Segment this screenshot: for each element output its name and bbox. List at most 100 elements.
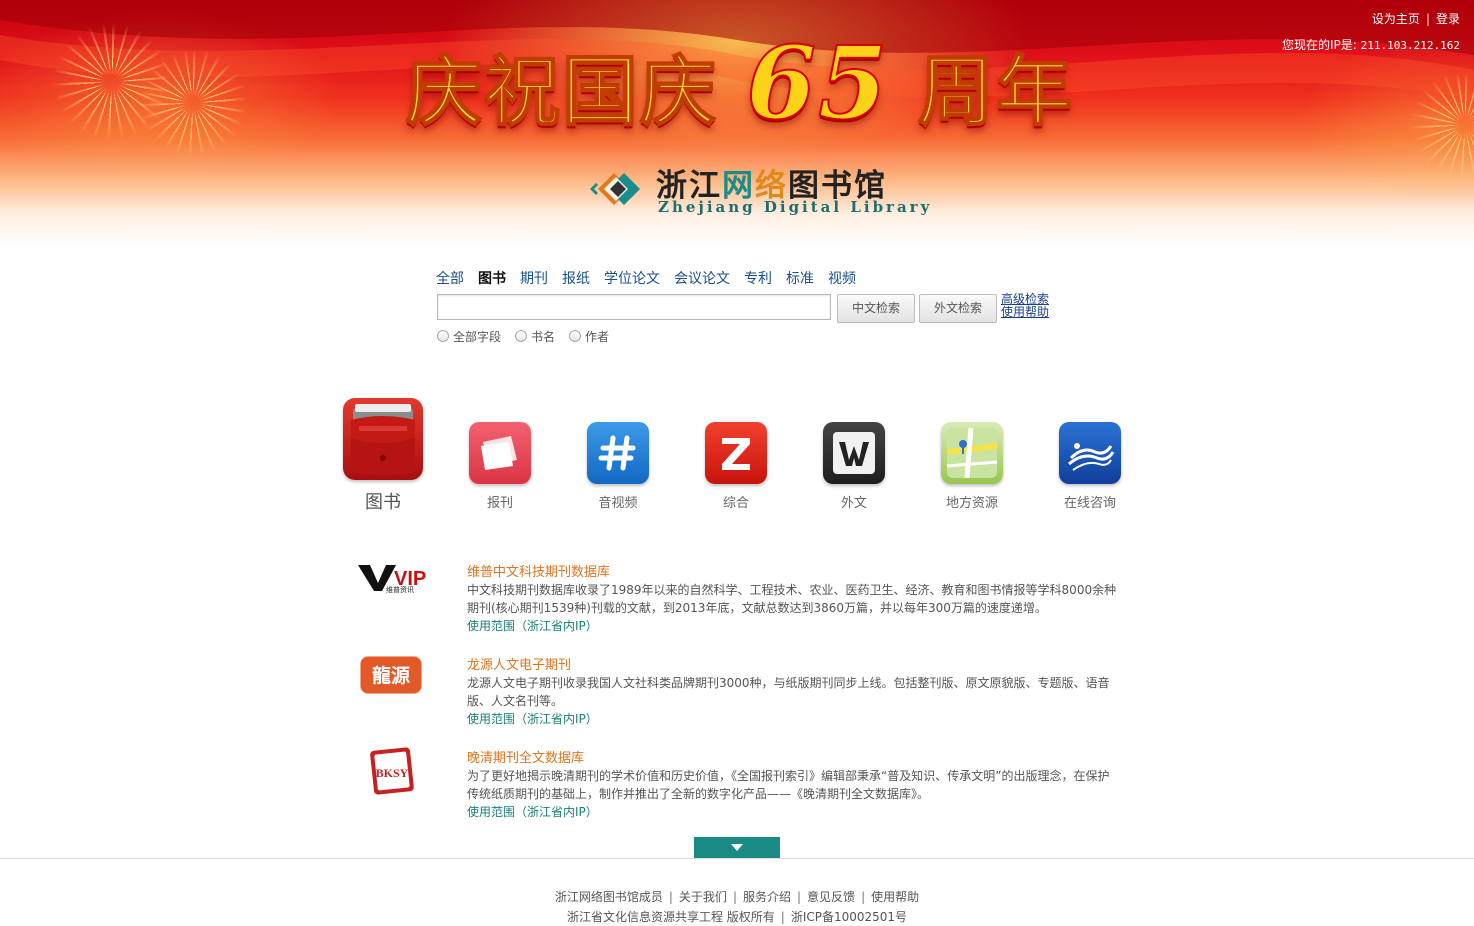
tab-patents[interactable]: 专利 <box>744 271 772 287</box>
foreign-search-button[interactable]: 外文检索 <box>919 294 997 323</box>
radio-circle-icon <box>437 330 449 342</box>
search-links: 高级检索 使用帮助 <box>1001 293 1049 319</box>
banner-number: 65 <box>745 24 890 142</box>
anniversary-banner-text: 庆祝国庆 65 周年 <box>380 27 1100 139</box>
wave-logo-icon <box>1059 422 1121 484</box>
w-graphic <box>833 432 875 474</box>
footer-copyright: 浙江省文化信息资源共享工程 版权所有 | 浙ICP备10002501号 <box>0 908 1474 925</box>
resource-scope-link[interactable]: 使用范围（浙江省内IP） <box>467 617 598 634</box>
banner-suffix: 周年 <box>917 46 1075 137</box>
longyuan-logo[interactable]: 龍源 <box>356 654 426 704</box>
footer-divider <box>0 858 1474 859</box>
category-label: 图书 <box>365 492 401 513</box>
category-label: 外文 <box>840 496 867 511</box>
separator: | <box>1425 12 1430 26</box>
set-home-link[interactable]: 设为主页 <box>1372 12 1420 26</box>
footer-link-services[interactable]: 服务介绍 <box>743 890 791 904</box>
chinese-search-button[interactable]: 中文检索 <box>837 294 915 323</box>
tab-books[interactable]: 图书 <box>478 271 506 287</box>
category-local-resources[interactable]: 地方资源 <box>913 398 1031 511</box>
copyright-text: 浙江省文化信息资源共享工程 版权所有 <box>566 910 775 924</box>
ip-address: 211.103.212.162 <box>1360 39 1460 52</box>
resource-title[interactable]: 维普中文科技期刊数据库 <box>467 561 610 580</box>
library-logo-icon <box>590 173 640 205</box>
footer-link-about[interactable]: 关于我们 <box>679 890 727 904</box>
ip-info: 您现在的IP是: 211.103.212.162 <box>1282 36 1460 53</box>
tab-conference-papers[interactable]: 会议论文 <box>674 271 730 287</box>
help-link[interactable]: 使用帮助 <box>1001 306 1049 319</box>
hash-icon <box>587 422 649 484</box>
separator: | <box>861 890 866 904</box>
category-label: 地方资源 <box>945 496 998 511</box>
site-logo[interactable]: 浙江网络图书馆 Zhejiang Digital Library <box>584 160 929 220</box>
hash-graphic <box>598 435 636 471</box>
book-bag-icon <box>343 398 423 480</box>
radio-label: 作者 <box>585 330 610 344</box>
search-field-options: 全部字段 书名 作者 <box>437 328 623 345</box>
separator: | <box>797 890 802 904</box>
radio-circle-icon <box>569 330 582 342</box>
category-comprehensive[interactable]: 综合 <box>677 398 795 511</box>
resource-description: 龙源人文电子期刊收录我国人文社科类品牌期刊3000种，与纸版期刊同步上线。包括整… <box>467 676 1110 708</box>
resource-title[interactable]: 龙源人文电子期刊 <box>467 654 571 673</box>
radio-all-fields[interactable]: 全部字段 <box>437 328 501 345</box>
wave-graphic <box>1068 443 1115 471</box>
category-label: 综合 <box>722 496 749 511</box>
tab-journals[interactable]: 期刊 <box>520 271 548 287</box>
footer-links: 浙江网络图书馆成员 | 关于我们 | 服务介绍 | 意见反馈 | 使用帮助 <box>0 888 1474 905</box>
footer-link-feedback[interactable]: 意见反馈 <box>807 890 855 904</box>
category-newspapers[interactable]: 报刊 <box>441 398 559 511</box>
resource-description: 中文科技期刊数据库收录了1989年以来的自然科学、工程技术、农业、医药卫生、经济… <box>467 583 1117 615</box>
resource-scope-link[interactable]: 使用范围（浙江省内IP） <box>467 803 598 820</box>
newspaper-graphic <box>481 436 517 470</box>
tab-newspapers[interactable]: 报纸 <box>562 271 590 287</box>
search-input[interactable] <box>437 294 831 320</box>
category-label: 报刊 <box>486 496 513 511</box>
tab-standards[interactable]: 标准 <box>786 271 814 287</box>
radio-circle-icon <box>515 330 528 342</box>
z-logo-icon <box>705 422 767 484</box>
tab-theses[interactable]: 学位论文 <box>604 271 660 287</box>
map-icon <box>941 422 1003 484</box>
category-foreign[interactable]: 外文 <box>795 398 913 511</box>
radio-title[interactable]: 书名 <box>515 328 555 345</box>
category-online-consult[interactable]: 在线咨询 <box>1031 398 1149 511</box>
vip-logo[interactable]: VIP 维普资讯 <box>356 561 426 611</box>
radio-author[interactable]: 作者 <box>569 328 609 345</box>
chevron-down-icon <box>731 844 743 851</box>
category-audio-video[interactable]: 音视频 <box>559 398 677 511</box>
ip-label: 您现在的IP是: <box>1282 38 1357 52</box>
book-bag-graphic <box>351 404 415 475</box>
show-more-button[interactable] <box>694 837 780 858</box>
icp-text: 浙ICP备10002501号 <box>790 910 908 924</box>
resource-scope-link[interactable]: 使用范围（浙江省内IP） <box>467 710 598 727</box>
resource-item: 龍源 龙源人文电子期刊 龙源人文电子期刊收录我国人文社科类品牌期刊3000种，与… <box>356 654 1136 734</box>
login-link[interactable]: 登录 <box>1436 12 1460 26</box>
z-graphic <box>722 438 750 470</box>
resource-description: 为了更好地揭示晚清期刊的学术价值和历史价值，《全国报刊索引》编辑部秉承“普及知识… <box>467 769 1110 801</box>
bksy-logo[interactable]: BKSY <box>356 747 426 797</box>
top-links: 设为主页 | 登录 <box>1372 10 1460 27</box>
logo-text: BKSY <box>376 766 409 780</box>
category-label: 音视频 <box>598 496 638 511</box>
logo-english-name: Zhejiang Digital Library <box>658 198 933 216</box>
separator: | <box>668 890 673 904</box>
resource-title[interactable]: 晚清期刊全文数据库 <box>467 747 584 766</box>
category-books[interactable]: 图书 <box>324 398 442 514</box>
footer-link-help[interactable]: 使用帮助 <box>871 890 919 904</box>
resource-item: VIP 维普资讯 维普中文科技期刊数据库 中文科技期刊数据库收录了1989年以来… <box>356 561 1136 641</box>
w-logo-icon <box>823 422 885 484</box>
radio-label: 书名 <box>531 330 556 344</box>
logo-text: 龍源 <box>372 664 410 687</box>
category-label: 在线咨询 <box>1063 496 1116 511</box>
separator: | <box>732 890 737 904</box>
tab-videos[interactable]: 视频 <box>828 271 856 287</box>
tab-all[interactable]: 全部 <box>436 271 464 287</box>
map-graphic <box>946 427 998 479</box>
logo-text: 维普资讯 <box>386 585 414 594</box>
banner-prefix: 庆祝国庆 <box>405 46 718 137</box>
radio-label: 全部字段 <box>453 330 502 344</box>
footer-link-members[interactable]: 浙江网络图书馆成员 <box>555 890 663 904</box>
separator: | <box>780 910 785 924</box>
search-tabs: 全部 图书 期刊 报纸 学位论文 会议论文 专利 标准 视频 <box>436 268 870 288</box>
